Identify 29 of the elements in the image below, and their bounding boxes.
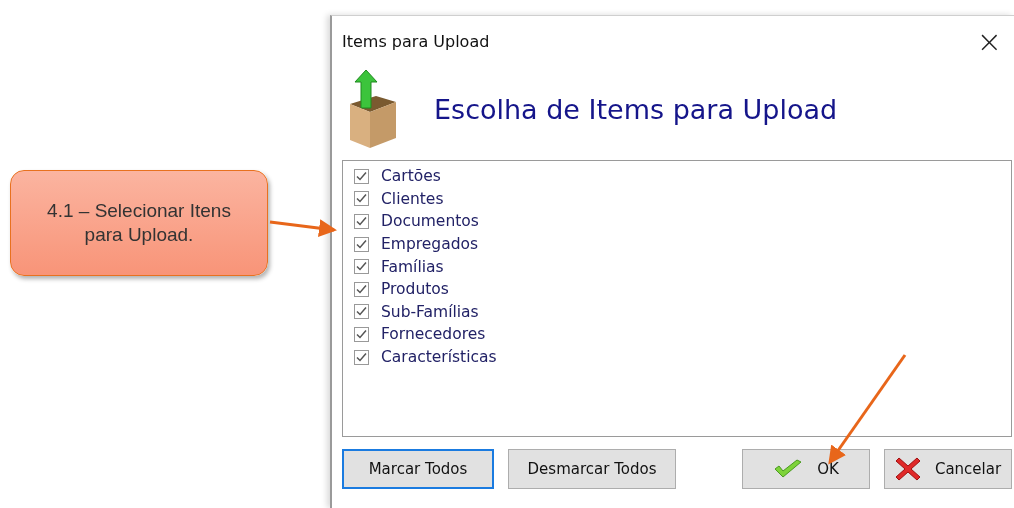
checkbox[interactable] [354,168,369,184]
callout-note: 4.1 – Selecionar Itens para Upload. [10,170,268,276]
checkbox[interactable] [354,236,369,252]
action-button[interactable]: Desmarcar Todos [508,449,676,489]
pointer-arrow [269,219,337,238]
cancel-button[interactable]: Cancelar [884,449,1012,489]
window-title: Items para Upload [342,31,490,51]
checkbox[interactable] [354,214,369,229]
checkbox[interactable] [354,281,369,297]
action-button[interactable]: Marcar Todos [342,449,494,489]
item-label[interactable]: Sub-Famílias [381,302,479,321]
item-label[interactable]: Características [381,348,497,367]
dialog-heading: Escolha de Items para Upload [434,93,838,125]
item-label[interactable]: Empregados [381,235,479,254]
item-label[interactable]: Famílias [381,257,444,276]
item-label[interactable]: Documentos [381,212,479,231]
checkbox[interactable] [354,191,369,207]
checkbox[interactable] [354,304,369,320]
checkbox[interactable] [354,259,369,275]
checkmark-icon [773,459,804,479]
item-label[interactable]: Clientes [381,189,444,208]
checkbox[interactable] [354,349,369,365]
item-label[interactable]: Cartões [381,167,441,186]
item-label[interactable]: Fornecedores [381,325,486,344]
close-icon [894,456,921,482]
close-button[interactable]: × [970,23,1008,59]
ok-button[interactable]: OK [742,449,870,489]
item-label[interactable]: Produtos [381,280,449,299]
checkbox[interactable] [354,326,369,342]
